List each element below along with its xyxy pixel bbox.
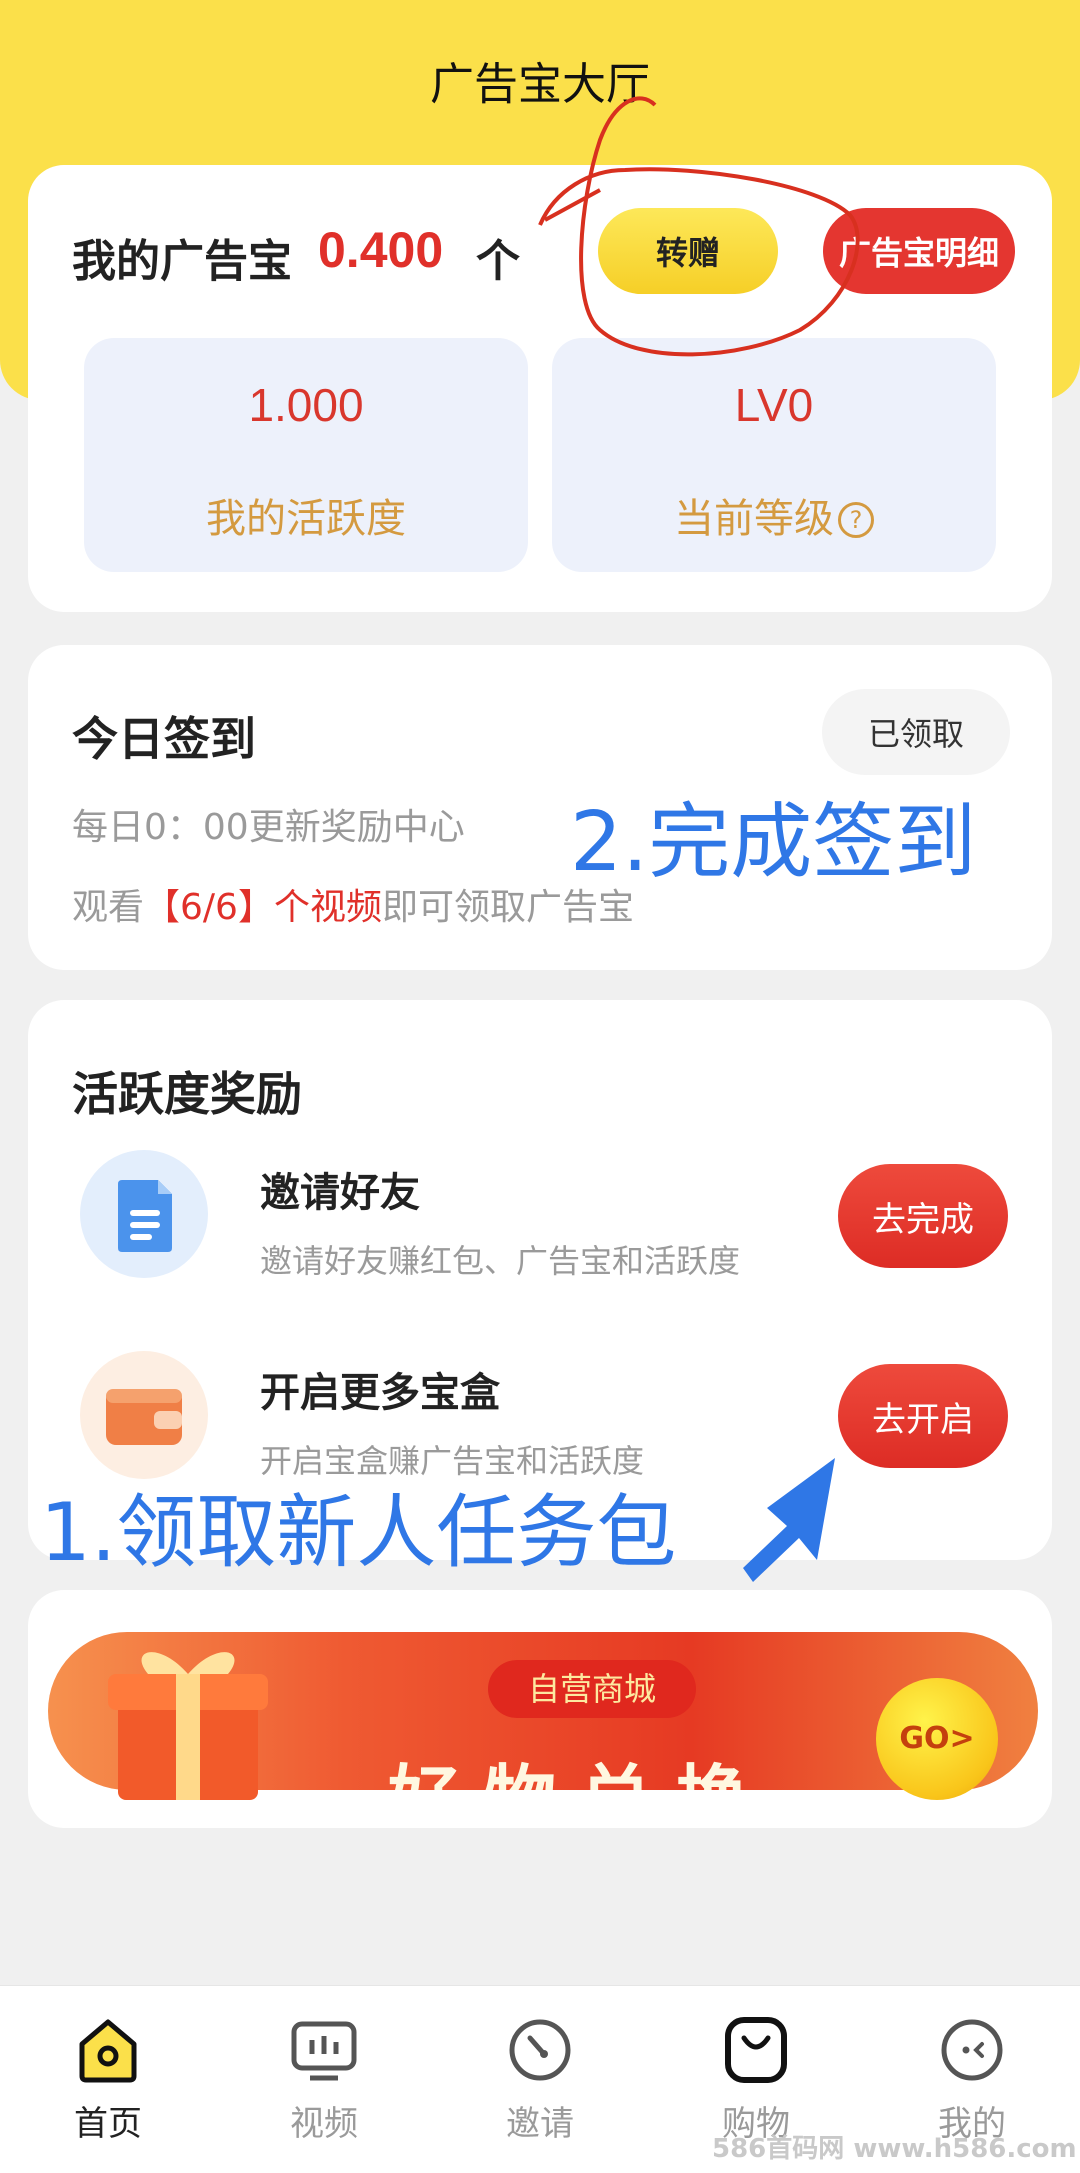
go-button[interactable]: GO> xyxy=(876,1678,998,1800)
activity-stat: 1.000 我的活跃度 xyxy=(84,338,528,572)
balance-label: 我的广告宝 xyxy=(72,236,292,287)
tab-video-label: 视频 xyxy=(290,2104,358,2144)
wallet-icon xyxy=(80,1351,208,1479)
tab-home[interactable]: 首页 xyxy=(0,1986,216,2173)
shop-banner-card[interactable]: 自营商城 好物兑换 GO> xyxy=(28,1590,1052,1828)
signin-requirement-text: 观看【6/6】个视频即可领取广告宝 xyxy=(72,878,634,930)
profile-icon xyxy=(941,2019,1003,2081)
signin-refresh-text: 每日0：00更新奖励中心 xyxy=(72,807,465,848)
open-box-button[interactable]: 去开启 xyxy=(838,1364,1008,1468)
level-label-row: 当前等级? xyxy=(552,486,996,544)
invite-complete-button[interactable]: 去完成 xyxy=(838,1164,1008,1268)
activity-value: 1.000 xyxy=(248,379,364,431)
document-icon xyxy=(80,1150,208,1278)
banner-tag: 自营商城 xyxy=(488,1660,696,1718)
level-value: LV0 xyxy=(734,379,814,431)
signin-req-highlight: 【6/6】个视频 xyxy=(144,887,382,928)
home-icon xyxy=(79,2019,137,2083)
video-icon xyxy=(291,2021,357,2081)
level-stat: LV0 当前等级? xyxy=(552,338,996,572)
task-invite-name: 邀请好友 xyxy=(260,1170,420,1216)
tab-invite[interactable]: 邀请 xyxy=(432,1986,648,2173)
activity-label: 我的活跃度 xyxy=(206,496,406,542)
tab-invite-label: 邀请 xyxy=(506,2104,574,2144)
gift-box-icon xyxy=(88,1630,288,1810)
arrow-annotation xyxy=(743,1458,835,1582)
balance-detail-button[interactable]: 广告宝明细 xyxy=(823,208,1015,294)
tab-home-label: 首页 xyxy=(74,2104,142,2144)
signin-req-prefix: 观看 xyxy=(72,887,145,928)
balance-card: 我的广告宝 0.400 个 转赠 广告宝明细 1.000 我的活跃度 LV0 当… xyxy=(28,165,1052,612)
balance-unit: 个 xyxy=(476,236,520,287)
annotation-step-1: 1.领取新人任务包 xyxy=(40,1486,677,1579)
shopping-bag-icon xyxy=(725,2017,787,2083)
task-open-name: 开启更多宝盒 xyxy=(260,1370,500,1416)
watermark: 586首码网 www.h586.com xyxy=(712,2134,1077,2164)
activity-rewards-title: 活跃度奖励 xyxy=(72,1067,302,1121)
invite-icon xyxy=(509,2019,571,2081)
signin-title: 今日签到 xyxy=(72,712,256,766)
annotation-step-2: 2.完成签到 xyxy=(570,795,977,890)
task-invite-desc: 邀请好友赚红包、广告宝和活跃度 xyxy=(260,1242,741,1280)
balance-value: 0.400 xyxy=(318,222,444,278)
help-icon[interactable]: ? xyxy=(838,502,874,538)
banner-title: 好物兑换 xyxy=(388,1740,772,1790)
claimed-button[interactable]: 已领取 xyxy=(822,689,1010,775)
tab-video[interactable]: 视频 xyxy=(216,1986,432,2173)
level-label: 当前等级 xyxy=(674,496,834,542)
page-title: 广告宝大厅 xyxy=(430,59,650,110)
transfer-button[interactable]: 转赠 xyxy=(598,208,778,294)
